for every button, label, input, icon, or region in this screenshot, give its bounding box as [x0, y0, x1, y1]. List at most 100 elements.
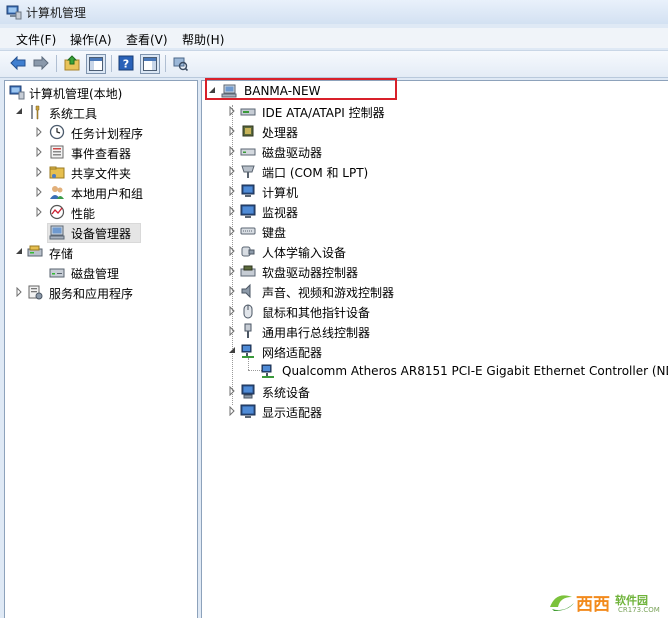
device-category-label: 声音、视频和游戏控制器 — [262, 286, 395, 300]
console-tree-icon — [89, 57, 103, 71]
computer-management-icon — [9, 85, 25, 100]
network-adapter-icon — [241, 344, 254, 358]
collapsed-arrow-icon[interactable] — [228, 326, 236, 336]
collapsed-arrow-icon[interactable] — [35, 207, 43, 217]
processor-icon — [242, 125, 254, 137]
collapsed-arrow-icon[interactable] — [228, 386, 236, 396]
scan-hardware-button[interactable] — [171, 54, 189, 72]
expanded-arrow-icon[interactable] — [15, 247, 23, 257]
speaker-icon — [241, 283, 251, 299]
device-category-label: 系统设备 — [262, 386, 311, 400]
system-device-icon — [241, 384, 255, 399]
help-button[interactable]: ? — [117, 54, 135, 72]
menu-help[interactable]: 帮助(H) — [180, 31, 226, 48]
watermark-url: CR173.COM — [618, 606, 660, 614]
menu-action[interactable]: 操作(A) — [68, 31, 114, 48]
display-adapter-icon — [240, 404, 256, 418]
back-button[interactable] — [9, 54, 27, 72]
shared-folder-icon — [49, 166, 65, 179]
console-tree-pane: 计算机管理(本地) 系统工具 任务计划程序 事件查看器 共享文件夹 本地用户和组… — [4, 80, 198, 618]
collapsed-arrow-icon[interactable] — [228, 306, 236, 316]
forward-arrow-icon — [33, 56, 49, 70]
device-category-label: 端口 (COM 和 LPT) — [262, 166, 369, 180]
expanded-arrow-icon[interactable] — [15, 107, 23, 117]
collapsed-arrow-icon[interactable] — [35, 167, 43, 177]
tree-item-label: 磁盘管理 — [71, 267, 120, 281]
annotation-highlight-box — [205, 78, 397, 100]
toolbar: ? — [0, 50, 668, 78]
device-category-label: 显示适配器 — [262, 406, 323, 420]
collapsed-arrow-icon[interactable] — [35, 187, 43, 197]
computer-management-icon — [6, 5, 22, 20]
device-category-label: 鼠标和其他指针设备 — [262, 306, 371, 320]
show-action-pane-button[interactable] — [140, 54, 160, 74]
collapsed-arrow-icon[interactable] — [228, 246, 236, 256]
device-category-label: 磁盘驱动器 — [262, 146, 323, 160]
collapsed-arrow-icon[interactable] — [228, 186, 236, 196]
help-icon: ? — [118, 55, 134, 71]
network-adapter-label: Qualcomm Atheros AR8151 PCI-E Gigabit Et… — [282, 364, 668, 378]
collapsed-arrow-icon[interactable] — [228, 206, 236, 216]
tree-guide-line — [248, 358, 249, 370]
tree-item-label: 服务和应用程序 — [49, 287, 134, 301]
device-category-label: 软盘驱动器控制器 — [262, 266, 359, 280]
action-pane-icon — [143, 57, 157, 71]
toolbar-separator — [56, 55, 57, 72]
device-category-label: 键盘 — [262, 226, 287, 240]
device-category-label: 网络适配器 — [262, 346, 323, 360]
forward-button[interactable] — [32, 54, 50, 72]
tree-item-label: 性能 — [71, 207, 96, 221]
menu-bar: 文件(F) 操作(A) 查看(V) 帮助(H) — [0, 28, 668, 48]
up-level-button[interactable] — [63, 54, 81, 72]
tree-item-label: 系统工具 — [49, 107, 98, 121]
collapsed-arrow-icon[interactable] — [228, 286, 236, 296]
ide-controller-icon — [240, 108, 256, 116]
disk-icon — [49, 268, 65, 278]
port-icon — [241, 165, 255, 178]
event-viewer-icon — [50, 145, 64, 159]
usb-icon — [244, 323, 252, 338]
floppy-controller-icon — [240, 265, 256, 277]
tree-item-label: 共享文件夹 — [71, 167, 132, 181]
device-category-label: IDE ATA/ATAPI 控制器 — [262, 106, 385, 120]
expanded-arrow-icon[interactable] — [228, 346, 236, 356]
watermark-logo: 西西 软件园 CR173.COM — [546, 589, 664, 615]
collapsed-arrow-icon[interactable] — [35, 147, 43, 157]
collapsed-arrow-icon[interactable] — [228, 166, 236, 176]
device-category-label: 处理器 — [262, 126, 299, 140]
folder-up-icon — [64, 55, 80, 71]
device-category-label: 人体学输入设备 — [262, 246, 347, 260]
collapsed-arrow-icon[interactable] — [228, 106, 236, 116]
scan-hardware-icon — [173, 57, 188, 71]
tree-item-label: 本地用户和组 — [71, 187, 144, 201]
services-icon — [28, 285, 43, 300]
tree-item-label: 事件查看器 — [71, 147, 132, 161]
collapsed-arrow-icon[interactable] — [15, 287, 23, 297]
collapsed-arrow-icon[interactable] — [228, 406, 236, 416]
device-tree-pane: BANMA-NEW IDE ATA/ATAPI 控制器 处理器 磁盘驱动器 端口… — [201, 80, 668, 618]
device-category-label: 通用串行总线控制器 — [262, 326, 371, 340]
collapsed-arrow-icon[interactable] — [35, 127, 43, 137]
collapsed-arrow-icon[interactable] — [228, 146, 236, 156]
show-hide-tree-button[interactable] — [86, 54, 106, 74]
collapsed-arrow-icon[interactable] — [228, 126, 236, 136]
mouse-icon — [243, 304, 253, 319]
network-card-icon — [261, 364, 274, 378]
device-category-label: 计算机 — [262, 186, 299, 200]
svg-text:?: ? — [123, 58, 129, 71]
users-icon — [50, 186, 64, 199]
toolbar-separator — [165, 55, 166, 72]
collapsed-arrow-icon[interactable] — [228, 266, 236, 276]
menu-view[interactable]: 查看(V) — [124, 31, 170, 48]
monitor-icon — [240, 204, 256, 218]
watermark-brand: 西西 — [576, 595, 610, 615]
tree-item-label: 设备管理器 — [71, 227, 132, 241]
device-category-label: 监视器 — [262, 206, 299, 220]
clock-icon — [49, 124, 65, 140]
collapsed-arrow-icon[interactable] — [228, 226, 236, 236]
window-title: 计算机管理 — [26, 6, 87, 20]
menu-file[interactable]: 文件(F) — [14, 31, 58, 48]
hid-device-icon — [241, 246, 255, 257]
storage-icon — [27, 245, 43, 257]
keyboard-icon — [240, 227, 256, 235]
